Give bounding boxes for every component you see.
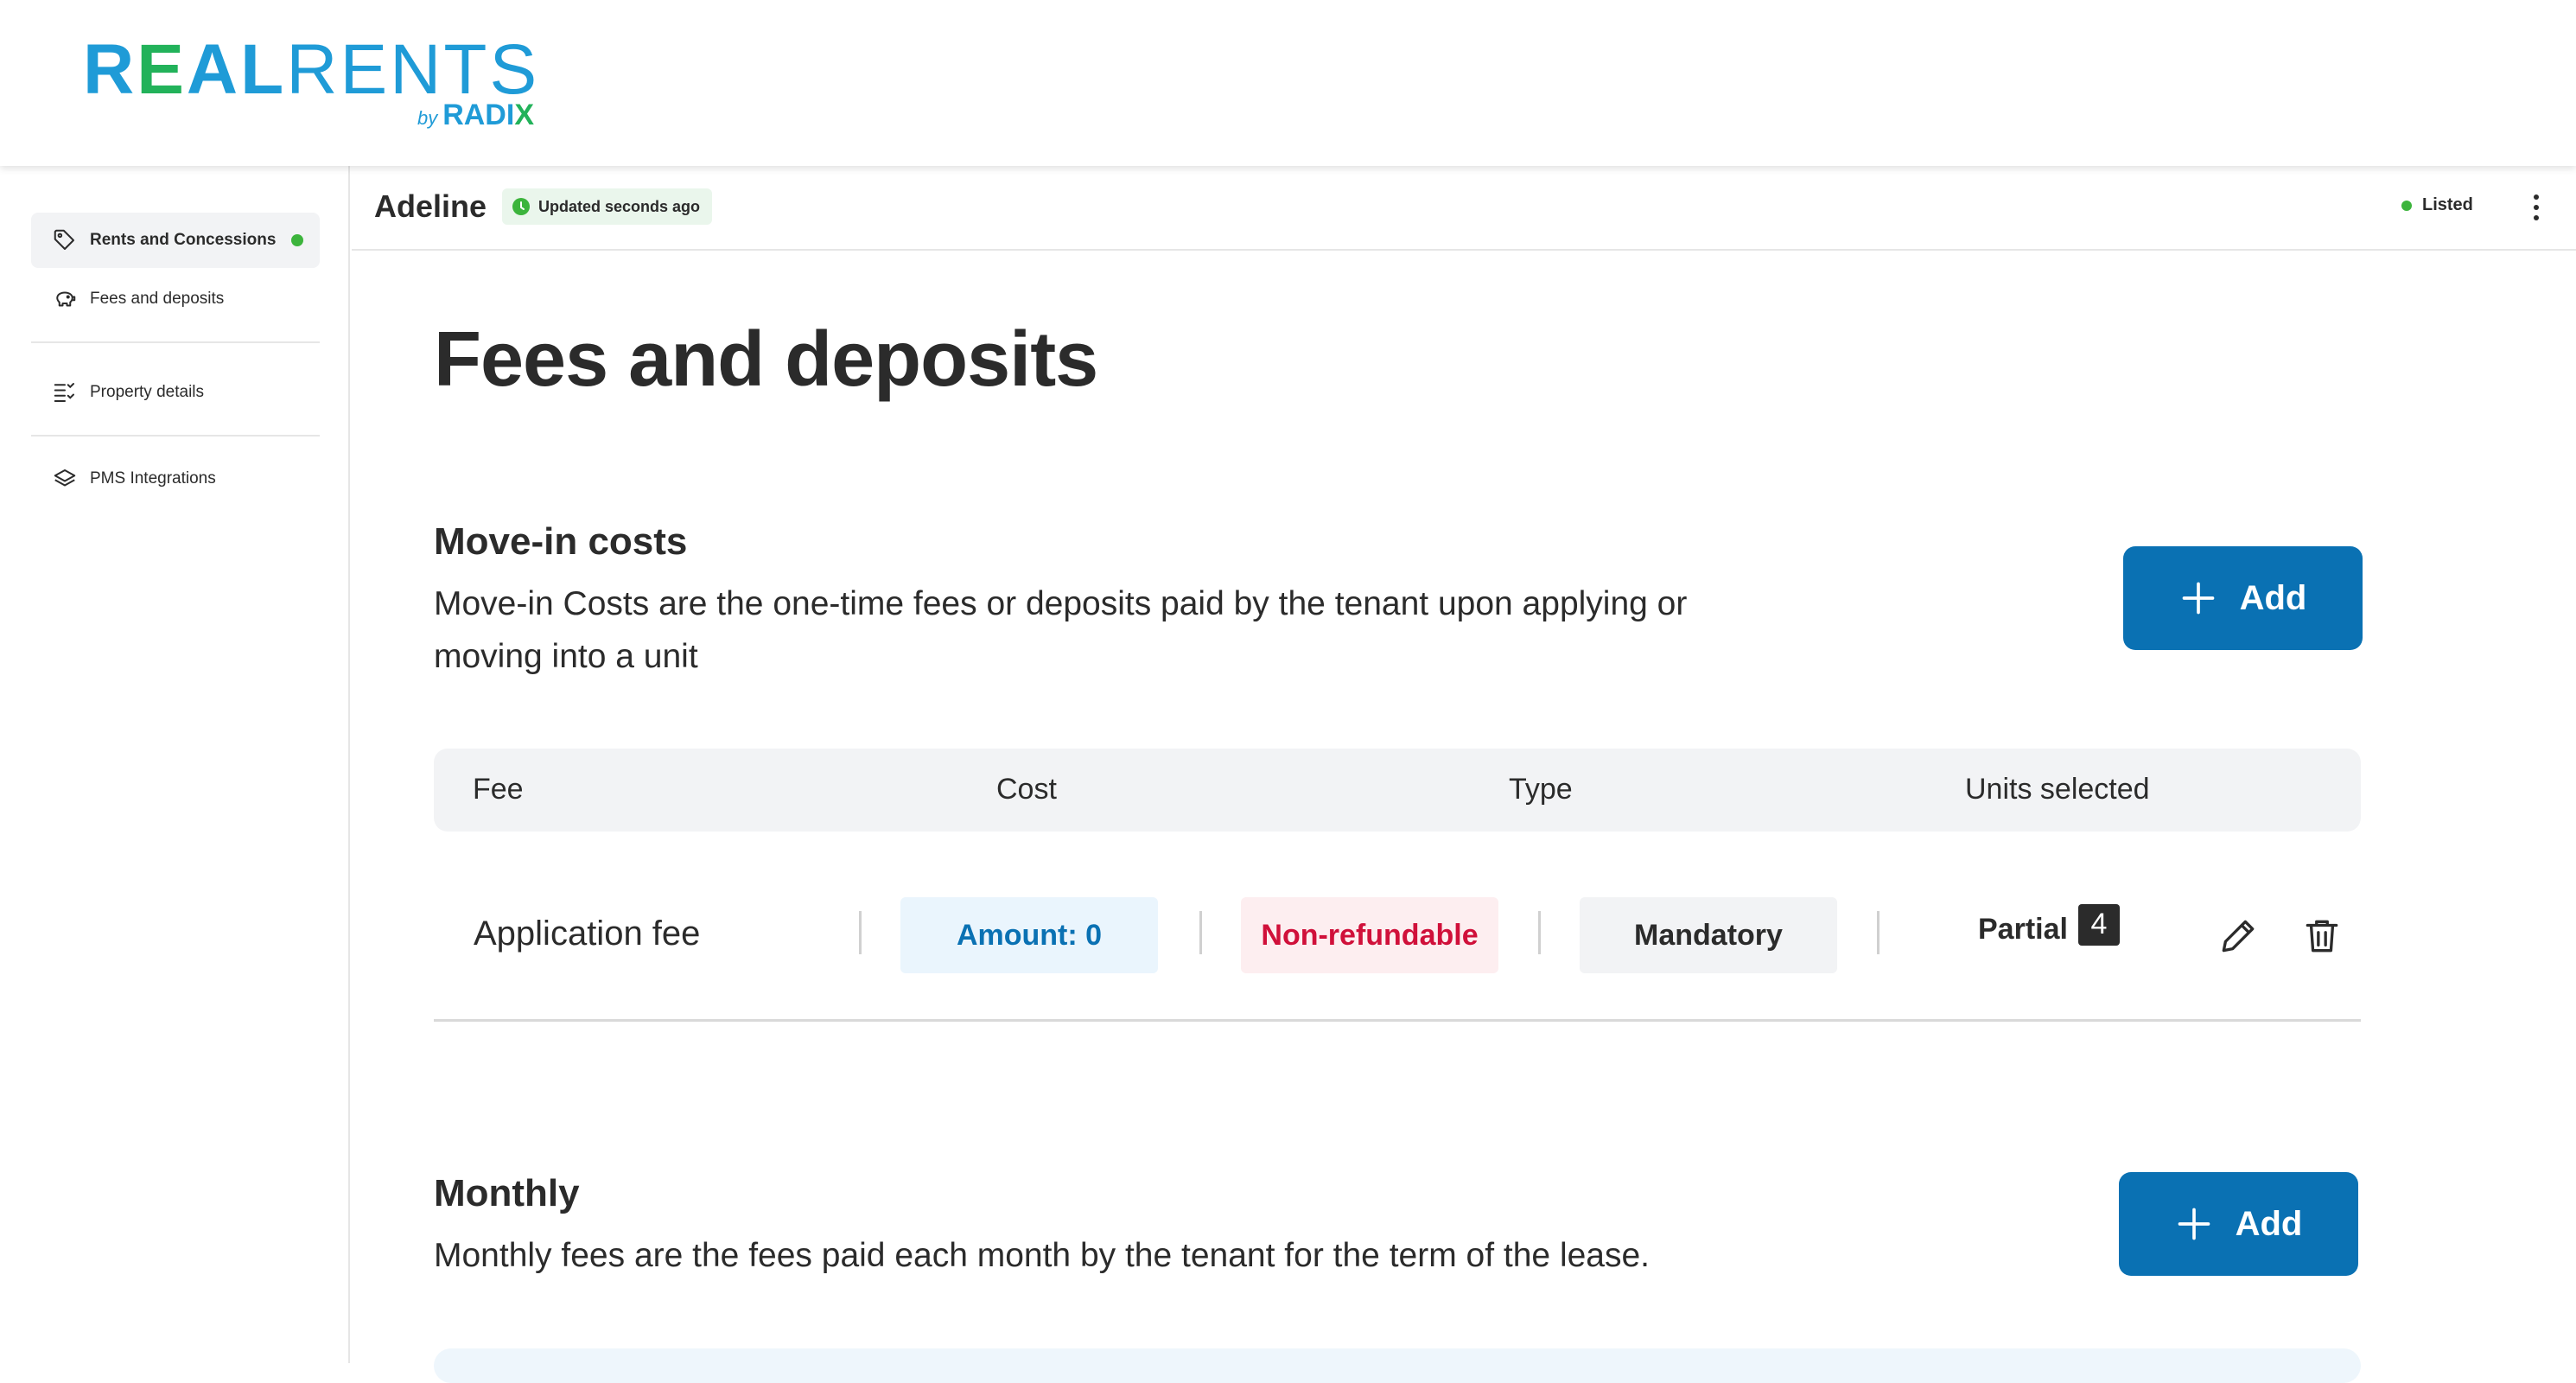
move-in-table-header: Fee Cost Type Units selected [434,749,2361,832]
add-move-in-cost-button[interactable]: Add [2123,546,2363,650]
checklist-icon [54,383,74,402]
monthly-section-title: Monthly [434,1172,580,1214]
listed-status-dot [2401,200,2412,211]
delete-trash-icon[interactable] [2300,915,2344,958]
updated-text: Updated seconds ago [538,197,701,215]
complete-status-dot [291,234,304,246]
property-name: Adeline [374,188,487,224]
layers-icon [54,469,76,487]
monthly-section-description: Monthly fees are the fees paid each mont… [434,1237,1651,1274]
page-title: Fees and deposits [434,316,1098,403]
listing-status: Listed [2401,195,2473,215]
move-in-section-description: Move-in Costs are the one-time fees or d… [434,585,1688,675]
sidebar-item-label: Rents and Concessions [90,231,277,249]
sidebar-item-pms-integrations[interactable]: PMS Integrations [31,451,320,507]
sidebar-divider [31,341,320,343]
listing-status-label: Listed [2422,195,2473,214]
realrents-logo[interactable]: REALRENTS by RADIX [83,30,550,132]
column-separator [1877,911,1880,954]
sidebar-divider [31,435,320,437]
column-separator [1538,911,1541,954]
column-separator [1199,911,1202,954]
add-button-label: Add [2239,578,2307,617]
amount-chip: Amount: 0 [900,897,1158,973]
units-count-badge: 4 [2077,903,2120,946]
tag-icon [54,229,74,250]
fee-name: Application fee [474,915,701,953]
add-monthly-fee-button[interactable]: Add [2119,1172,2358,1276]
sidebar-item-property-details[interactable]: Property details [31,365,320,420]
sidebar: Rents and Concessions Fees and deposits … [0,166,350,1363]
table-row: Application fee Amount: 0 Non-refundable… [434,873,2361,1022]
fee-type-chip: Mandatory [1580,897,1837,973]
sidebar-item-label: PMS Integrations [90,469,216,488]
logo-wordmark: REALRENTS [83,30,540,109]
column-header-cost: Cost [996,773,1057,806]
sidebar-item-rents-and-concessions[interactable]: Rents and Concessions [31,213,320,268]
updated-status-badge: Updated seconds ago [502,188,713,225]
add-button-label: Add [2235,1204,2303,1243]
piggy-bank-icon [56,291,76,307]
refund-status-chip: Non-refundable [1241,897,1498,973]
sidebar-item-fees-and-deposits[interactable]: Fees and deposits [31,271,320,327]
column-header-fee: Fee [473,773,524,806]
column-separator [859,911,862,954]
property-header: Adeline Updated seconds ago Listed [352,166,2576,251]
sidebar-item-label: Property details [90,383,205,401]
edit-pencil-icon[interactable] [2217,915,2260,958]
logo-byline: by RADIX [417,99,534,131]
monthly-fees-panel [434,1348,2361,1383]
plus-icon [2182,582,2214,615]
more-options-icon[interactable] [2521,190,2552,225]
column-header-units-selected: Units selected [1965,773,2150,806]
units-selected-label: Partial [1978,913,2068,946]
move-in-section-title: Move-in costs [434,520,688,563]
plus-icon [2178,1208,2210,1240]
top-bar: REALRENTS by RADIX [0,0,2576,166]
sidebar-item-label: Fees and deposits [90,290,225,308]
check-circle-icon [512,198,530,215]
column-header-type: Type [1509,773,1573,806]
units-selected: Partial 4 [1978,903,2120,946]
